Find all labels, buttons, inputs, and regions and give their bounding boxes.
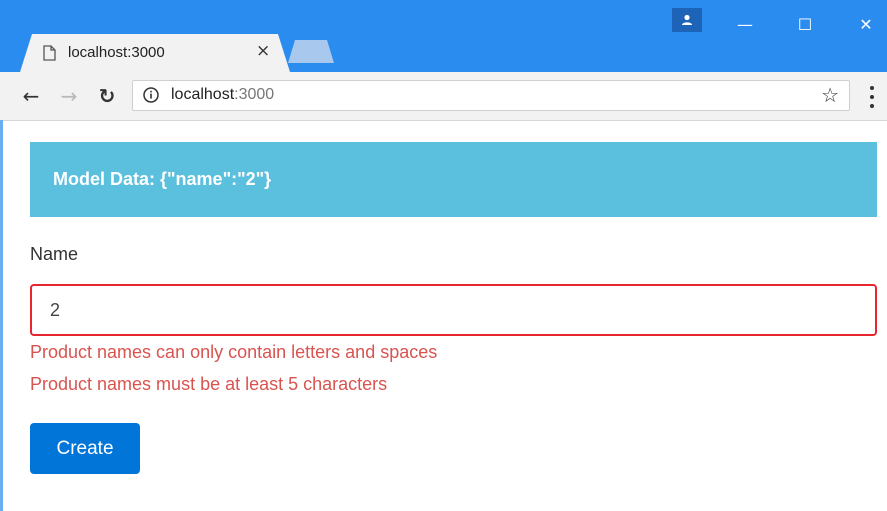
url-host: localhost (171, 86, 235, 103)
url-port: :3000 (234, 86, 275, 103)
maximize-button[interactable]: ☐ (782, 8, 828, 40)
create-button[interactable]: Create (30, 423, 140, 474)
model-data-banner: Model Data: {"name":"2"} (30, 142, 877, 217)
info-icon[interactable] (143, 87, 159, 103)
menu-dot-icon (870, 86, 874, 90)
validation-error-minlength: Product names must be at least 5 charact… (30, 374, 388, 394)
profile-button[interactable] (672, 8, 702, 32)
url-text: localhost:3000 (171, 86, 274, 104)
close-window-button[interactable]: ✕ (843, 8, 887, 40)
browser-toolbar: ← → ↻ localhost:3000 ☆ (0, 72, 887, 121)
reload-button[interactable]: ↻ (96, 84, 118, 108)
bookmark-star-icon[interactable]: ☆ (821, 83, 839, 107)
name-field-label: Name (30, 244, 79, 264)
back-button[interactable]: ← (20, 84, 42, 108)
name-input[interactable] (30, 284, 877, 336)
new-tab-button[interactable] (288, 40, 334, 63)
forward-button[interactable]: → (58, 84, 80, 108)
address-bar[interactable]: localhost:3000 ☆ (132, 80, 850, 111)
document-icon (43, 45, 56, 66)
window-border (0, 120, 3, 511)
minimize-button[interactable]: — (722, 8, 768, 40)
browser-tab[interactable]: localhost:3000 × (20, 34, 290, 72)
menu-dot-icon (870, 104, 874, 108)
browser-menu-button[interactable] (864, 86, 880, 108)
tab-close-icon[interactable]: × (256, 41, 270, 61)
browser-titlebar: localhost:3000 × — ☐ ✕ (0, 0, 887, 72)
user-icon (682, 14, 692, 25)
menu-dot-icon (870, 95, 874, 99)
validation-error-pattern: Product names can only contain letters a… (30, 342, 438, 362)
tab-title: localhost:3000 (68, 44, 165, 61)
